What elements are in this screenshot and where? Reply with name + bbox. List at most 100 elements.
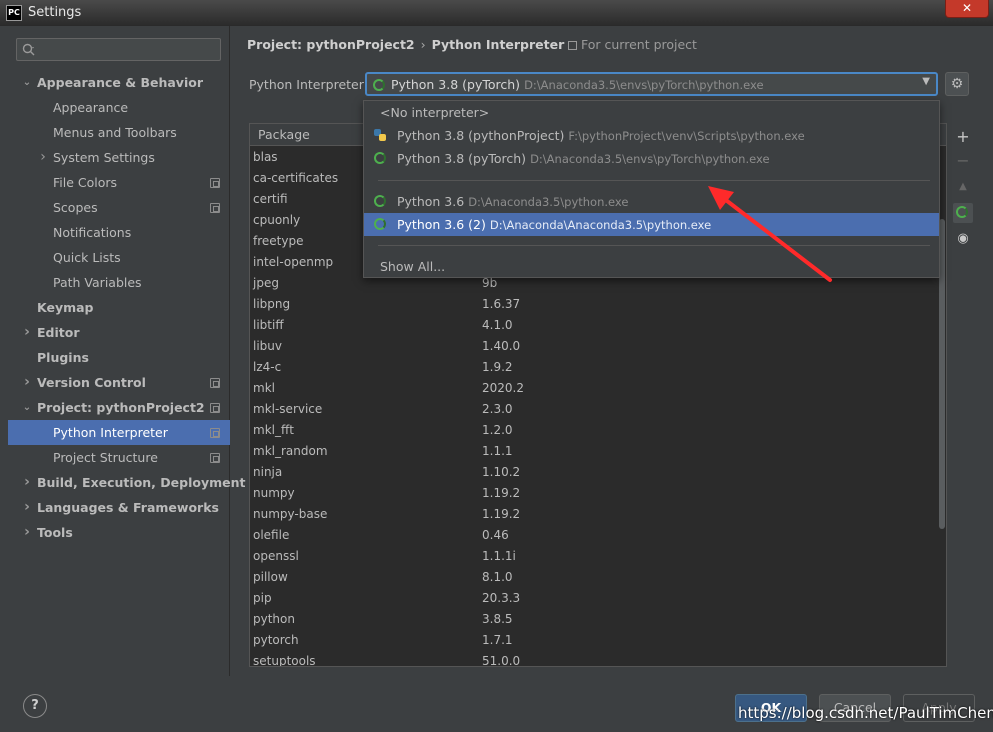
chevron-right-icon[interactable]: › (37, 145, 49, 170)
remove-package-button[interactable]: − (953, 151, 973, 171)
package-version: 0.46 (482, 528, 509, 542)
package-version: 1.2.0 (482, 423, 513, 437)
add-package-button[interactable]: + (953, 127, 973, 147)
table-row[interactable]: numpy 1.19.2 (250, 483, 946, 504)
package-version: 1.7.1 (482, 633, 513, 647)
sidebar-item[interactable]: › Languages & Frameworks (8, 495, 230, 520)
option-path: D:\Anaconda3.5\python.exe (468, 195, 629, 209)
eye-icon: ◉ (957, 231, 969, 246)
table-row[interactable]: olefile 0.46 (250, 525, 946, 546)
package-name: cpuonly (253, 213, 301, 227)
project-level-icon (210, 203, 220, 213)
sidebar-item[interactable]: Notifications (8, 220, 230, 245)
dropdown-show-all[interactable]: Show All... (364, 255, 939, 278)
dropdown-option[interactable]: Python 3.8 (pythonProject) F:\pythonProje… (364, 124, 939, 147)
package-version: 1.6.37 (482, 297, 521, 311)
table-row[interactable]: python 3.8.5 (250, 609, 946, 630)
dropdown-separator (378, 245, 930, 246)
table-row[interactable]: mkl-service 2.3.0 (250, 399, 946, 420)
package-name: pip (253, 591, 272, 605)
table-row[interactable]: libuv 1.40.0 (250, 336, 946, 357)
project-level-icon (210, 403, 220, 413)
table-row[interactable]: pip 20.3.3 (250, 588, 946, 609)
package-name: mkl-service (253, 402, 323, 416)
package-version: 1.40.0 (482, 339, 521, 353)
settings-search-input[interactable] (16, 38, 221, 61)
sidebar-item[interactable]: Quick Lists (8, 245, 230, 270)
table-row[interactable]: openssl 1.1.1i (250, 546, 946, 567)
upgrade-package-button[interactable]: ▲ (953, 177, 973, 197)
sidebar-item[interactable]: Keymap (8, 295, 230, 320)
dropdown-no-interpreter[interactable]: <No interpreter> (364, 101, 939, 124)
dropdown-option-selected[interactable]: Python 3.6 (2) D:\Anaconda\Anaconda3.5\py… (364, 213, 939, 236)
table-row[interactable]: pytorch 1.7.1 (250, 630, 946, 651)
package-name: jpeg (253, 276, 279, 290)
table-row[interactable]: mkl 2020.2 (250, 378, 946, 399)
sidebar-item[interactable]: ⌄ Project: pythonProject2 (8, 395, 230, 420)
sidebar-item[interactable]: › Editor (8, 320, 230, 345)
interpreter-dropdown: <No interpreter> Python 3.8 (pythonProje… (363, 100, 940, 278)
column-header-package[interactable]: Package (258, 127, 310, 142)
chevron-right-icon[interactable]: › (21, 495, 33, 520)
package-name: blas (253, 150, 278, 164)
interpreter-settings-button[interactable]: ⚙ (945, 72, 969, 96)
sidebar-item[interactable]: Python Interpreter (8, 420, 230, 445)
chevron-right-icon[interactable]: › (21, 470, 33, 495)
sidebar-item-label: Version Control (37, 375, 146, 390)
table-row[interactable]: libpng 1.6.37 (250, 294, 946, 315)
sidebar-item-label: Tools (37, 525, 73, 540)
chevron-right-icon[interactable]: › (21, 520, 33, 545)
table-row[interactable]: numpy-base 1.19.2 (250, 504, 946, 525)
breadcrumb-separator: › (420, 37, 426, 52)
table-row[interactable]: lz4-c 1.9.2 (250, 357, 946, 378)
show-early-releases-button[interactable]: ◉ (953, 229, 973, 249)
package-version: 51.0.0 (482, 654, 521, 667)
sidebar-item[interactable]: Menus and Toolbars (8, 120, 230, 145)
settings-tree: ⌄ Appearance & Behavior Appearance Menus an… (8, 70, 245, 545)
table-row[interactable]: pillow 8.1.0 (250, 567, 946, 588)
sidebar-item[interactable]: Plugins (8, 345, 230, 370)
sidebar-item[interactable]: Path Variables (8, 270, 230, 295)
sidebar-item[interactable]: Appearance (8, 95, 230, 120)
package-name: openssl (253, 549, 299, 563)
dropdown-option[interactable]: Python 3.6 D:\Anaconda3.5\python.exe (364, 190, 939, 213)
sidebar-item-label: Menus and Toolbars (53, 125, 177, 140)
chevron-down-icon[interactable]: ⌄ (21, 70, 33, 95)
package-version: 1.10.2 (482, 465, 521, 479)
chevron-down-icon[interactable]: ▼ (922, 76, 930, 87)
sidebar-item[interactable]: › Tools (8, 520, 230, 545)
sidebar-item-label: Appearance & Behavior (37, 75, 203, 90)
sidebar-item-label: Plugins (37, 350, 89, 365)
interpreter-select[interactable]: Python 3.8 (pyTorch) D:\Anaconda3.5\envs\… (365, 72, 938, 96)
table-row[interactable]: libtiff 4.1.0 (250, 315, 946, 336)
sidebar-item[interactable]: › System Settings (8, 145, 230, 170)
sidebar-item-label: Notifications (53, 225, 132, 240)
chevron-down-icon[interactable]: ⌄ (21, 395, 33, 420)
conda-toggle-button[interactable] (953, 203, 973, 223)
package-name: pillow (253, 570, 288, 584)
sidebar-item[interactable]: Scopes (8, 195, 230, 220)
breadcrumb-page: Python Interpreter (431, 37, 565, 52)
package-name: pytorch (253, 633, 299, 647)
package-name: libtiff (253, 318, 284, 332)
package-version: 1.1.1 (482, 444, 513, 458)
sidebar-item[interactable]: ⌄ Appearance & Behavior (8, 70, 230, 95)
package-name: intel-openmp (253, 255, 334, 269)
close-button[interactable]: ✕ (945, 0, 989, 18)
package-name: numpy-base (253, 507, 328, 521)
sidebar-item[interactable]: › Version Control (8, 370, 230, 395)
settings-sidebar: ⌄ Appearance & Behavior Appearance Menus an… (8, 26, 245, 676)
chevron-right-icon[interactable]: › (21, 320, 33, 345)
table-row[interactable]: mkl_fft 1.2.0 (250, 420, 946, 441)
dropdown-option[interactable]: Python 3.8 (pyTorch) D:\Anaconda3.5\envs\… (364, 147, 939, 170)
help-button[interactable]: ? (23, 694, 47, 718)
sidebar-item[interactable]: Project Structure (8, 445, 230, 470)
breadcrumb: Project: pythonProject2 › Python Interpret… (247, 37, 564, 52)
option-path: D:\Anaconda3.5\envs\pyTorch\python.exe (530, 152, 770, 166)
table-row[interactable]: setuptools 51.0.0 (250, 651, 946, 667)
chevron-right-icon[interactable]: › (21, 370, 33, 395)
sidebar-item[interactable]: File Colors (8, 170, 230, 195)
sidebar-item[interactable]: › Build, Execution, Deployment (8, 470, 245, 495)
table-row[interactable]: ninja 1.10.2 (250, 462, 946, 483)
table-row[interactable]: mkl_random 1.1.1 (250, 441, 946, 462)
